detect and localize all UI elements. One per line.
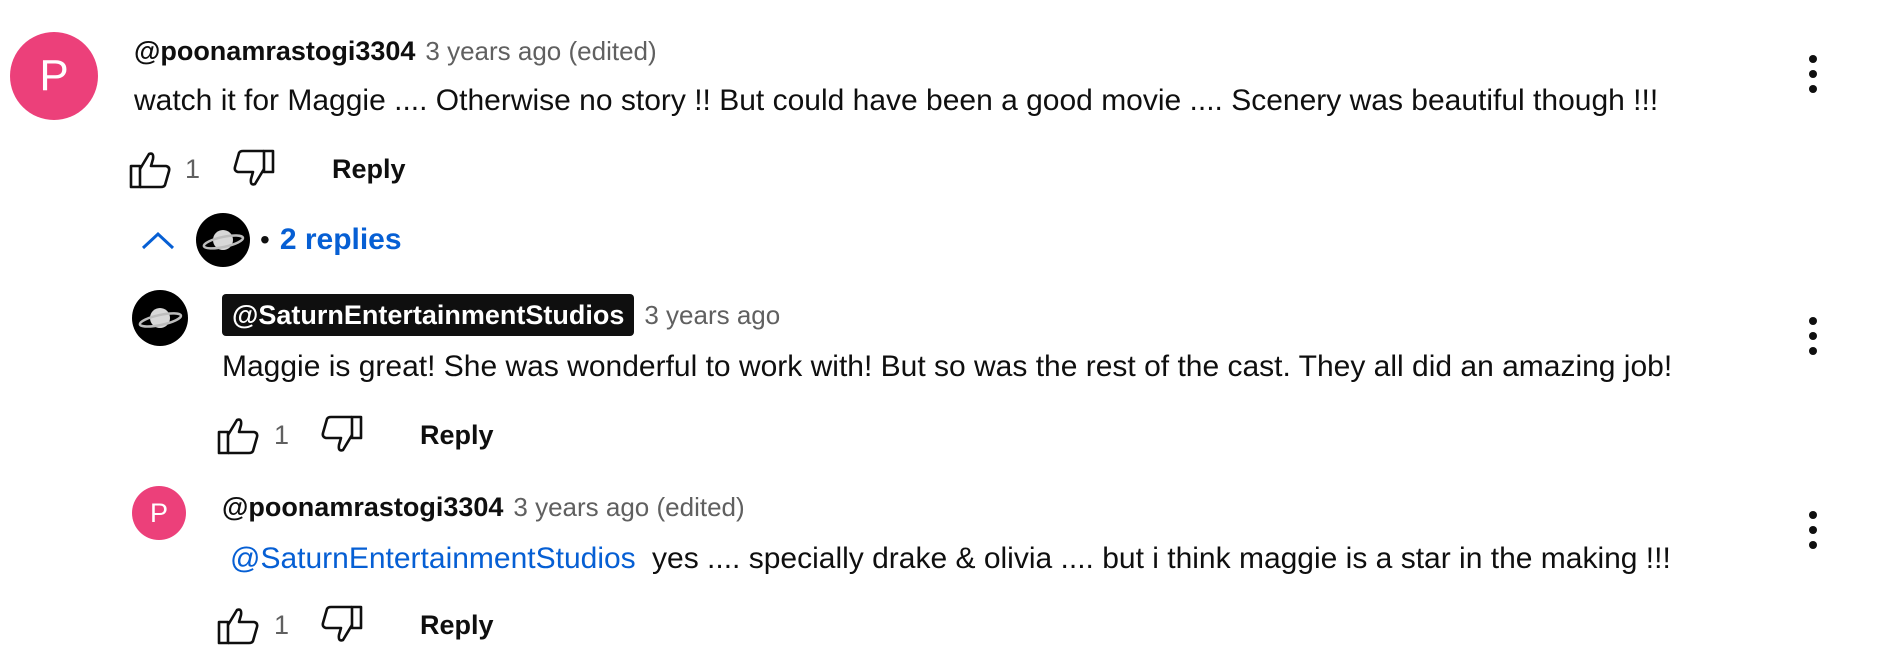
like-button[interactable] bbox=[128, 150, 172, 190]
reply-timestamp[interactable]: 3 years ago bbox=[644, 300, 780, 331]
comment-timestamp[interactable]: 3 years ago (edited) bbox=[425, 36, 656, 67]
reply-button[interactable]: Reply bbox=[332, 154, 406, 185]
dislike-button[interactable] bbox=[232, 148, 276, 188]
reply-text: @SaturnEntertainmentStudios yes .... spe… bbox=[222, 540, 1671, 578]
chevron-up-icon bbox=[140, 229, 176, 251]
separator-dot: • bbox=[260, 224, 270, 255]
avatar[interactable]: P bbox=[132, 486, 186, 540]
like-button[interactable] bbox=[216, 606, 260, 646]
replies-toggle[interactable]: • 2 replies bbox=[140, 212, 402, 268]
avatar[interactable] bbox=[132, 290, 188, 346]
mention-link[interactable]: @SaturnEntertainmentStudios bbox=[222, 542, 644, 575]
avatar-letter: P bbox=[39, 51, 69, 100]
reply-button[interactable]: Reply bbox=[420, 420, 494, 451]
reply-button[interactable]: Reply bbox=[420, 610, 494, 641]
dislike-button[interactable] bbox=[320, 414, 364, 454]
reply-timestamp[interactable]: 3 years ago (edited) bbox=[513, 492, 744, 523]
channel-owner-badge[interactable]: @SaturnEntertainmentStudios bbox=[222, 294, 635, 336]
options-menu-icon[interactable] bbox=[1800, 54, 1826, 94]
reply-author[interactable]: @poonamrastogi3304 bbox=[222, 492, 503, 523]
like-count: 1 bbox=[274, 420, 290, 450]
reply-text: Maggie is great! She was wonderful to wo… bbox=[222, 350, 1673, 383]
replies-count-label: 2 replies bbox=[279, 223, 402, 256]
options-menu-icon[interactable] bbox=[1800, 316, 1826, 356]
options-menu-icon[interactable] bbox=[1800, 510, 1826, 550]
like-count: 1 bbox=[274, 610, 290, 640]
avatar[interactable]: P bbox=[10, 32, 98, 120]
like-button[interactable] bbox=[216, 416, 260, 456]
dislike-button[interactable] bbox=[320, 604, 364, 644]
comment-author[interactable]: @poonamrastogi3304 bbox=[134, 36, 415, 67]
reply-text-body: yes .... specially drake & olivia .... b… bbox=[652, 542, 1671, 575]
reply-author: @SaturnEntertainmentStudios bbox=[232, 299, 625, 330]
avatar-letter: P bbox=[149, 497, 168, 528]
comment-text: watch it for Maggie .... Otherwise no st… bbox=[134, 84, 1659, 117]
like-count: 1 bbox=[185, 154, 201, 184]
replier-avatar bbox=[196, 213, 250, 267]
